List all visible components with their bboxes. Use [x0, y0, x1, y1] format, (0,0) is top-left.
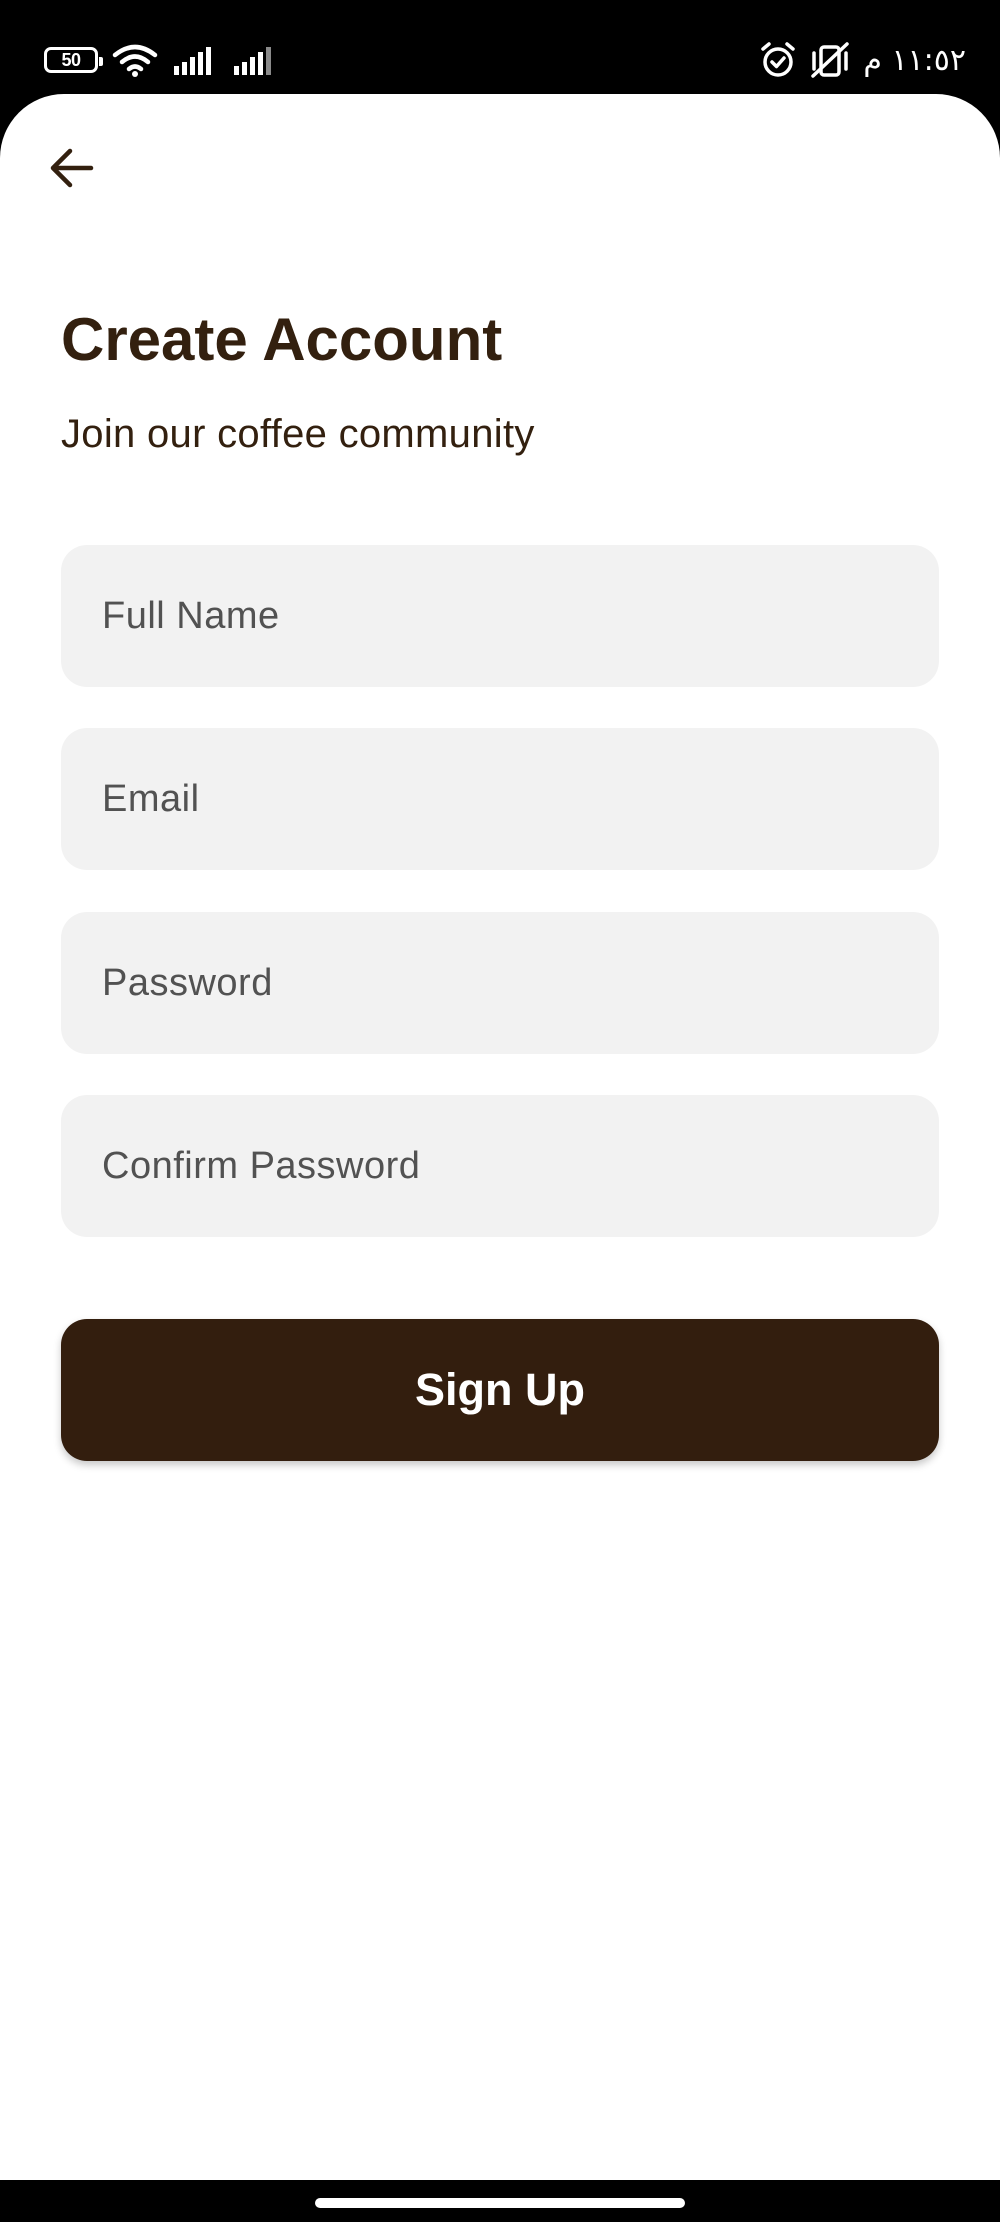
signal-icon-2	[234, 47, 271, 75]
confirm-password-field[interactable]	[61, 1095, 939, 1237]
confirm-password-input[interactable]	[61, 1095, 939, 1237]
email-field[interactable]	[61, 728, 939, 870]
password-input[interactable]	[61, 912, 939, 1054]
page-title: Create Account	[61, 306, 503, 373]
back-button[interactable]	[36, 132, 108, 204]
navigation-bar	[0, 2180, 1000, 2222]
password-field[interactable]	[61, 912, 939, 1054]
battery-level: 50	[61, 49, 81, 70]
wifi-icon	[112, 44, 158, 77]
full-name-field[interactable]	[61, 545, 939, 687]
home-indicator[interactable]	[315, 2198, 685, 2208]
page-subtitle: Join our coffee community	[61, 412, 535, 456]
battery-icon: 50	[44, 47, 103, 73]
signal-icon	[174, 47, 211, 75]
alarm-icon	[761, 42, 796, 77]
status-time: ١١:٥٢ م	[863, 42, 966, 78]
vibrate-off-icon	[811, 42, 850, 78]
status-bar-right: ١١:٥٢ م	[759, 40, 966, 80]
email-input[interactable]	[61, 728, 939, 870]
status-bar-left: 50	[44, 42, 278, 78]
arrow-left-icon	[50, 148, 94, 188]
sign-up-button[interactable]: Sign Up	[61, 1319, 939, 1461]
full-name-input[interactable]	[61, 545, 939, 687]
